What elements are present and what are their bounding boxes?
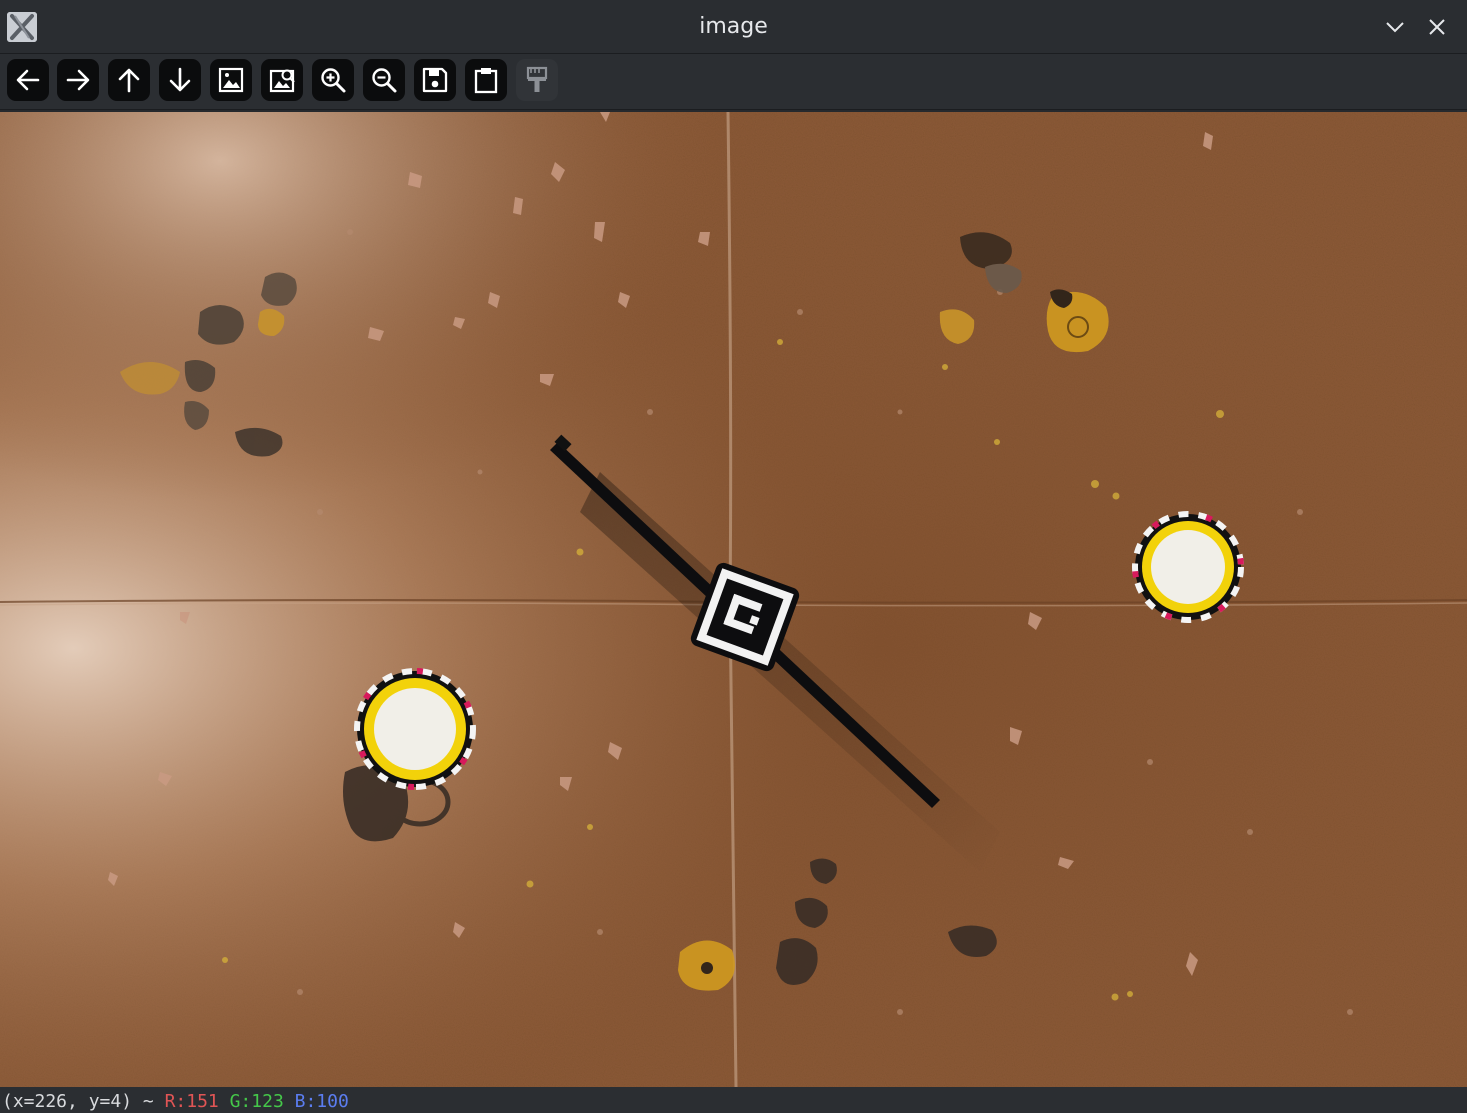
status-bar: (x=226, y=4) ~ R:151 G:123 B:100	[0, 1087, 1467, 1113]
image-canvas[interactable]	[0, 112, 1467, 1087]
zoom-out-icon	[372, 68, 397, 93]
cursor-coordinates: (x=226, y=4) ~	[2, 1091, 154, 1112]
close-button[interactable]	[1420, 10, 1454, 44]
back-button[interactable]	[7, 59, 49, 101]
up-button[interactable]	[108, 59, 150, 101]
pixel-info: (x=226, y=4) ~ R:151 G:123 B:100	[2, 1091, 349, 1113]
green-value: G:123	[229, 1091, 284, 1112]
arrow-down-icon	[169, 67, 191, 92]
title-bar[interactable]: image	[0, 0, 1467, 54]
down-button[interactable]	[159, 59, 201, 101]
window-title: image	[699, 14, 768, 39]
image-viewer-window: image (x=226, y=4) ~ R:151 G:123 B:100	[0, 0, 1467, 1113]
blue-value: B:100	[294, 1091, 349, 1112]
arrow-left-icon	[16, 69, 40, 91]
copy-to-clipboard-button[interactable]	[465, 59, 507, 101]
floppy-disk-icon	[422, 67, 448, 93]
clipboard-icon	[474, 68, 498, 94]
save-button[interactable]	[414, 59, 456, 101]
zoom-in-icon	[321, 68, 346, 93]
forward-button[interactable]	[57, 59, 99, 101]
arrow-right-icon	[66, 69, 90, 91]
close-icon	[1429, 19, 1445, 35]
zoom-out-button[interactable]	[363, 59, 405, 101]
minimize-button[interactable]	[1378, 10, 1412, 44]
objective-marker-left	[354, 668, 476, 790]
image-icon	[218, 67, 244, 93]
battlefield-photo	[0, 112, 1467, 1087]
paint-brush-icon	[526, 66, 548, 92]
objective-marker-right	[1132, 511, 1244, 623]
red-value: R:151	[164, 1091, 219, 1112]
image-zoom-icon	[269, 69, 295, 93]
zoom-original-button[interactable]	[261, 59, 303, 101]
zoom-in-button[interactable]	[312, 59, 354, 101]
toolbar	[0, 54, 1467, 110]
fit-image-button[interactable]	[210, 59, 252, 101]
arrow-up-icon	[118, 68, 140, 93]
chevron-down-icon	[1386, 22, 1404, 33]
properties-button[interactable]	[516, 59, 558, 101]
